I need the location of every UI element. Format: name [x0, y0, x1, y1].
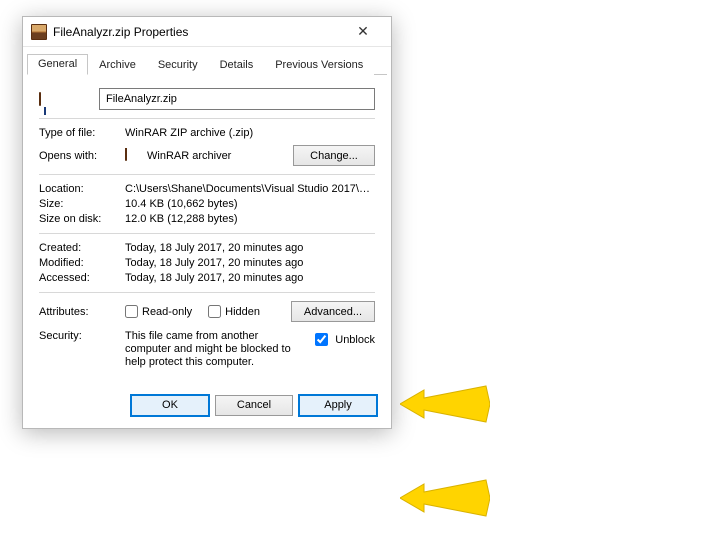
window-title: FileAnalyzr.zip Properties — [47, 25, 343, 39]
dialog-footer: OK Cancel Apply — [23, 385, 391, 428]
app-icon — [31, 24, 47, 40]
cancel-button[interactable]: Cancel — [215, 395, 293, 416]
arrow-annotation-apply — [400, 476, 490, 526]
close-button[interactable]: ✕ — [343, 18, 383, 46]
tab-archive[interactable]: Archive — [88, 55, 147, 75]
type-of-file-label: Type of file: — [39, 127, 125, 139]
titlebar[interactable]: FileAnalyzr.zip Properties ✕ — [23, 17, 391, 47]
ok-button[interactable]: OK — [131, 395, 209, 416]
hidden-label: Hidden — [225, 306, 260, 318]
security-text: This file came from another computer and… — [125, 330, 300, 370]
advanced-button[interactable]: Advanced... — [291, 301, 375, 322]
arrow-annotation-unblock — [400, 382, 490, 432]
filename-input[interactable] — [99, 88, 375, 110]
opens-with-label: Opens with: — [39, 150, 125, 162]
properties-dialog: FileAnalyzr.zip Properties ✕ General Arc… — [22, 16, 392, 429]
divider — [39, 292, 375, 293]
winrar-icon — [125, 148, 141, 164]
security-label: Security: — [39, 330, 125, 342]
divider — [39, 174, 375, 175]
modified-label: Modified: — [39, 257, 125, 269]
unblock-checkbox-input[interactable] — [315, 333, 328, 346]
location-value: C:\Users\Shane\Documents\Visual Studio 2… — [125, 183, 375, 195]
change-button[interactable]: Change... — [293, 145, 375, 166]
hidden-checkbox[interactable]: Hidden — [208, 305, 260, 318]
tab-strip: General Archive Security Details Previou… — [23, 47, 391, 74]
unblock-label: Unblock — [335, 334, 375, 346]
accessed-label: Accessed: — [39, 272, 125, 284]
location-label: Location: — [39, 183, 125, 195]
size-value: 10.4 KB (10,662 bytes) — [125, 198, 375, 210]
apply-button[interactable]: Apply — [299, 395, 377, 416]
readonly-checkbox-input[interactable] — [125, 305, 138, 318]
readonly-label: Read-only — [142, 306, 192, 318]
opens-with-value: WinRAR archiver — [147, 150, 231, 162]
tab-security[interactable]: Security — [147, 55, 209, 75]
accessed-value: Today, 18 July 2017, 20 minutes ago — [125, 272, 375, 284]
hidden-checkbox-input[interactable] — [208, 305, 221, 318]
size-on-disk-label: Size on disk: — [39, 213, 125, 225]
divider — [39, 233, 375, 234]
tab-general[interactable]: General — [27, 54, 88, 75]
readonly-checkbox[interactable]: Read-only — [125, 305, 192, 318]
general-panel: Type of file: WinRAR ZIP archive (.zip) … — [23, 75, 391, 385]
tab-details[interactable]: Details — [209, 55, 265, 75]
file-icon — [39, 93, 99, 105]
type-of-file-value: WinRAR ZIP archive (.zip) — [125, 127, 375, 139]
created-label: Created: — [39, 242, 125, 254]
modified-value: Today, 18 July 2017, 20 minutes ago — [125, 257, 375, 269]
size-label: Size: — [39, 198, 125, 210]
tab-previous-versions[interactable]: Previous Versions — [264, 55, 374, 75]
created-value: Today, 18 July 2017, 20 minutes ago — [125, 242, 375, 254]
size-on-disk-value: 12.0 KB (12,288 bytes) — [125, 213, 375, 225]
attributes-label: Attributes: — [39, 306, 125, 318]
unblock-checkbox[interactable]: Unblock — [311, 330, 375, 349]
divider — [39, 118, 375, 119]
